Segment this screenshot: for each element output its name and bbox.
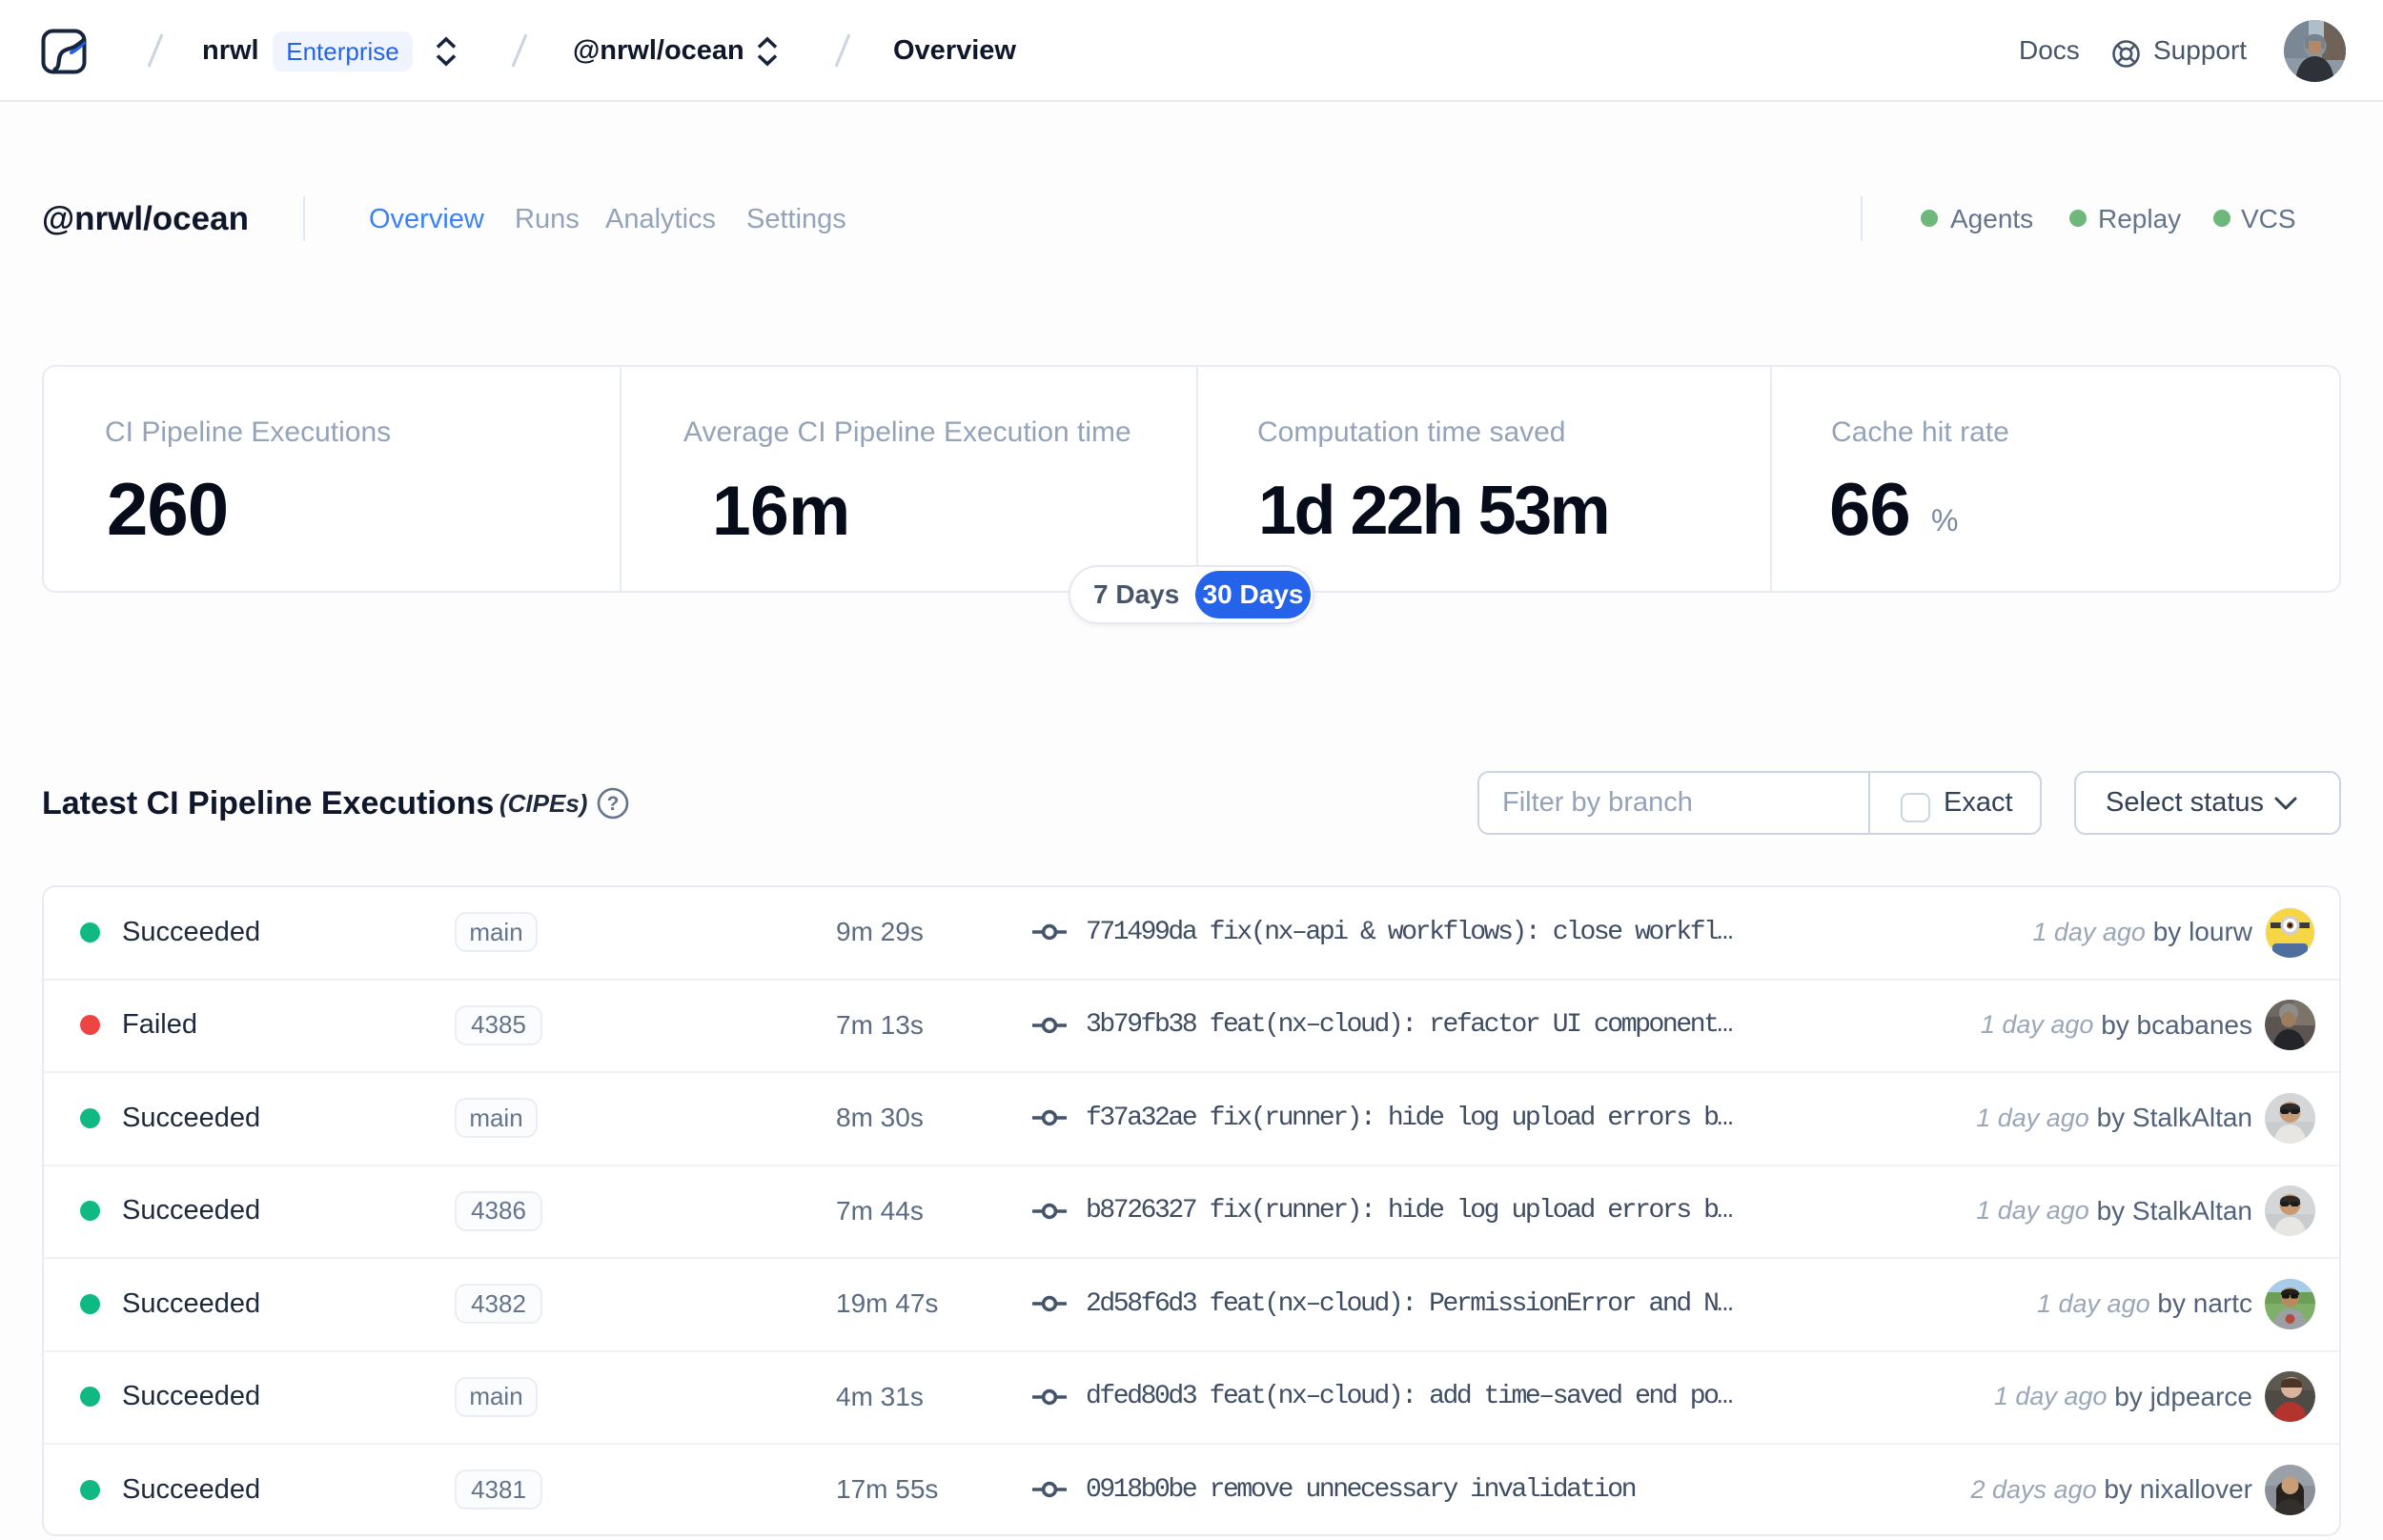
svg-text:?: ? [607, 793, 620, 815]
